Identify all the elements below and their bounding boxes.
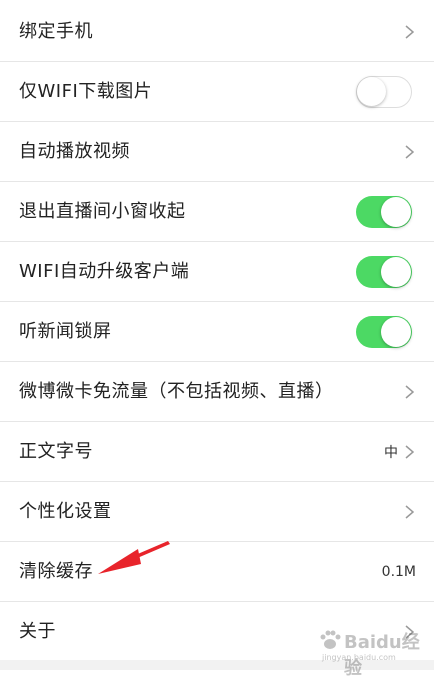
toggle-knob — [357, 77, 386, 106]
settings-item-font-size[interactable]: 正文字号 中 — [0, 422, 434, 482]
bottom-strip — [0, 660, 434, 670]
wifi-auto-upgrade-toggle[interactable] — [356, 256, 412, 288]
chevron-right-icon — [405, 445, 414, 459]
settings-item-clear-cache[interactable]: 清除缓存 0.1M — [0, 542, 434, 602]
chevron-right-icon — [405, 625, 414, 639]
chevron-right-icon — [405, 145, 414, 159]
settings-item-bind-phone[interactable]: 绑定手机 — [0, 2, 434, 62]
settings-item-label: 绑定手机 — [19, 21, 93, 42]
settings-item-label: 听新闻锁屏 — [19, 321, 112, 342]
settings-item-wifi-auto-upgrade: WIFI自动升级客户端 — [0, 242, 434, 302]
settings-item-wifi-only-images: 仅WIFI下载图片 — [0, 62, 434, 122]
toggle-knob — [381, 197, 411, 227]
news-lockscreen-toggle[interactable] — [356, 316, 412, 348]
font-size-value: 中 — [384, 445, 398, 461]
wifi-only-images-toggle[interactable] — [356, 76, 412, 108]
settings-item-personalization[interactable]: 个性化设置 — [0, 482, 434, 542]
settings-item-news-lockscreen: 听新闻锁屏 — [0, 302, 434, 362]
toggle-knob — [381, 317, 411, 347]
toggle-knob — [381, 257, 411, 287]
settings-item-label: 关于 — [19, 621, 56, 642]
settings-item-label: 正文字号 — [19, 441, 93, 462]
settings-item-about[interactable]: 关于 — [0, 602, 434, 662]
settings-item-label: 微博微卡免流量（不包括视频、直播） — [19, 381, 334, 402]
chevron-right-icon — [405, 385, 414, 399]
settings-item-autoplay-video[interactable]: 自动播放视频 — [0, 122, 434, 182]
live-minimize-toggle[interactable] — [356, 196, 412, 228]
chevron-right-icon — [405, 25, 414, 39]
settings-item-label: 个性化设置 — [19, 501, 112, 522]
settings-item-label: 清除缓存 — [19, 561, 93, 582]
cache-size-value: 0.1M — [381, 564, 416, 580]
settings-item-label: 仅WIFI下载图片 — [19, 81, 153, 102]
chevron-right-icon — [405, 505, 414, 519]
settings-item-live-minimize: 退出直播间小窗收起 — [0, 182, 434, 242]
settings-item-label: 退出直播间小窗收起 — [19, 201, 186, 222]
settings-item-weibo-card-free-data[interactable]: 微博微卡免流量（不包括视频、直播） — [0, 362, 434, 422]
settings-item-label: 自动播放视频 — [19, 141, 130, 162]
settings-item-label: WIFI自动升级客户端 — [19, 261, 190, 282]
